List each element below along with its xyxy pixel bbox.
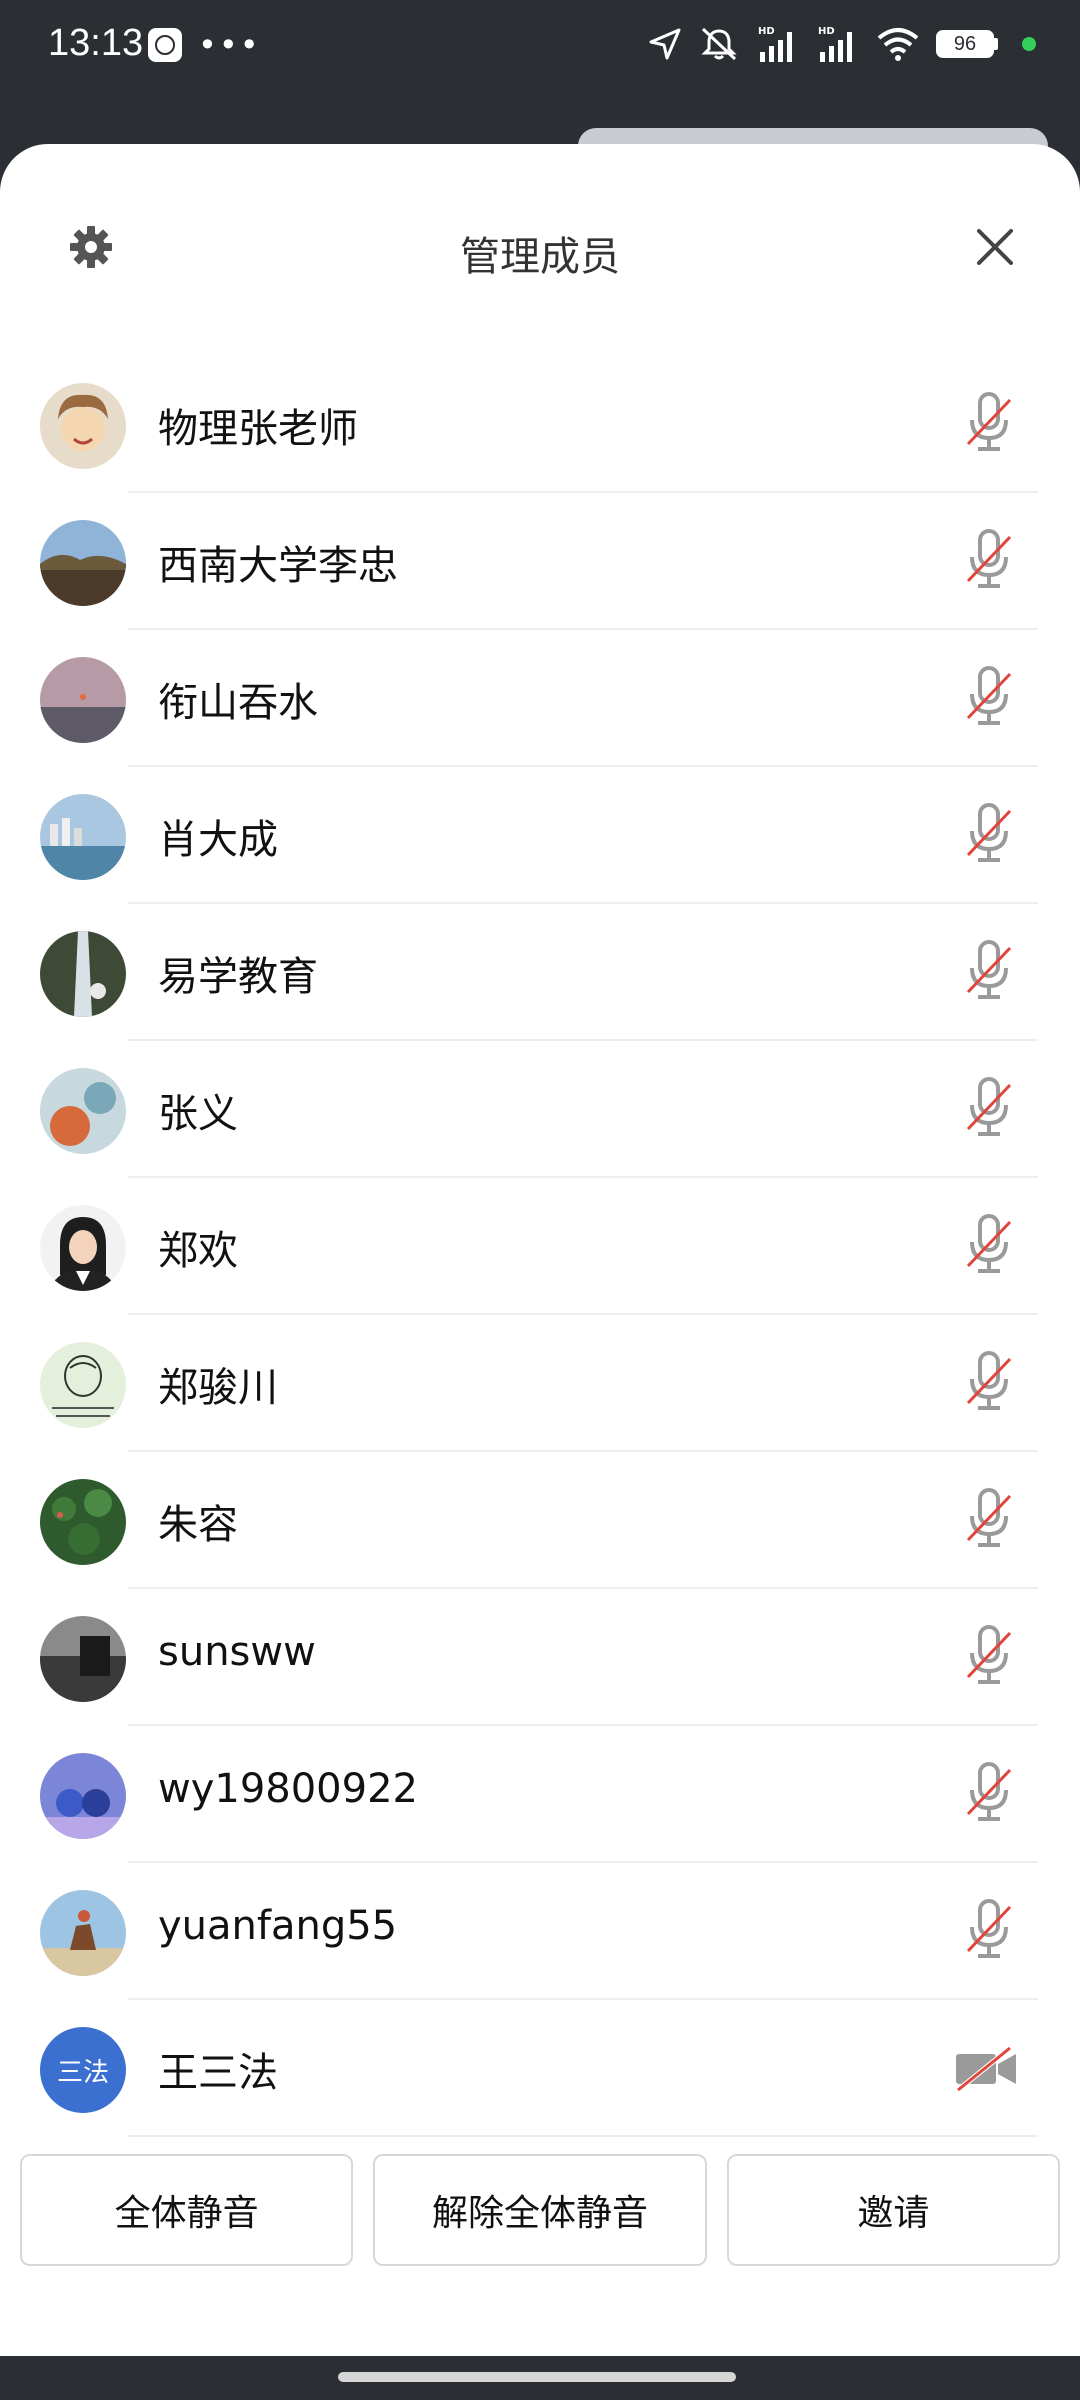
mic-muted-icon[interactable]	[964, 1075, 1014, 1141]
member-name: 郑骏川	[158, 1365, 278, 1411]
battery-level: 96	[936, 30, 994, 58]
member-name: 朱容	[158, 1502, 238, 1548]
more-dots-icon: •••	[198, 26, 261, 64]
invite-button[interactable]: 邀请	[726, 2154, 1060, 2266]
avatar	[40, 1616, 126, 1702]
avatar	[40, 657, 126, 743]
close-icon[interactable]	[970, 222, 1020, 272]
mic-muted-icon[interactable]	[964, 390, 1014, 456]
member-name: 郑欢	[158, 1228, 238, 1274]
sheet-title: 管理成员	[460, 234, 620, 280]
wifi-icon	[877, 28, 919, 61]
avatar	[40, 794, 126, 880]
svg-text:HD: HD	[818, 26, 835, 37]
mic-muted-icon[interactable]	[964, 1349, 1014, 1415]
navigation-bar	[0, 2356, 1080, 2400]
location-icon	[649, 28, 681, 60]
status-left-icons: •••	[148, 28, 261, 62]
action-bar: 全体静音 解除全体静音 邀请	[20, 2154, 1060, 2266]
mic-muted-icon[interactable]	[964, 1486, 1014, 1552]
mic-muted-icon[interactable]	[964, 664, 1014, 730]
mic-muted-icon[interactable]	[964, 1897, 1014, 1963]
avatar: 三法	[40, 2027, 126, 2113]
member-name: 肖大成	[158, 817, 278, 863]
active-dot	[1022, 37, 1036, 51]
avatar	[40, 1890, 126, 1976]
avatar	[40, 1753, 126, 1839]
mic-muted-icon[interactable]	[964, 527, 1014, 593]
member-row[interactable]: 衔山吞水	[0, 630, 1080, 767]
member-name: yuanfang55	[158, 1903, 398, 1949]
signal-hd-icon: HD	[818, 26, 852, 62]
member-row[interactable]: 郑骏川	[0, 1315, 1080, 1452]
member-name: 西南大学李忠	[158, 543, 398, 589]
member-name: 张义	[158, 1091, 238, 1137]
member-row[interactable]: 物理张老师	[0, 356, 1080, 493]
avatar	[40, 1342, 126, 1428]
vibrate-off-icon	[701, 27, 737, 61]
member-row[interactable]: 张义	[0, 1041, 1080, 1178]
mic-muted-icon[interactable]	[964, 1760, 1014, 1826]
member-name: 易学教育	[158, 954, 318, 1000]
member-name: 物理张老师	[158, 406, 358, 452]
member-row[interactable]: 易学教育	[0, 904, 1080, 1041]
avatar	[40, 931, 126, 1017]
member-list: 物理张老师 西南大学李忠 衔山吞水 肖大成 易学教育 张义 郑欢 郑骏川 朱容 …	[0, 356, 1080, 2137]
manage-members-sheet: 管理成员 物理张老师 西南大学李忠 衔山吞水 肖大成 易学教育 张义 郑欢 郑骏…	[0, 144, 1080, 2356]
signal-hd-icon: HD	[758, 26, 792, 62]
mic-muted-icon[interactable]	[964, 938, 1014, 1004]
member-name: wy19800922	[158, 1766, 418, 1812]
mute-all-button[interactable]: 全体静音	[20, 2154, 354, 2266]
home-indicator[interactable]	[338, 2372, 736, 2382]
status-right-icons: HD HD 96	[648, 24, 1036, 64]
member-name: 王三法	[158, 2050, 278, 2096]
member-row[interactable]: 朱容	[0, 1452, 1080, 1589]
member-row[interactable]: 三法 王三法	[0, 2000, 1080, 2137]
member-name: sunsww	[158, 1629, 316, 1675]
avatar	[40, 520, 126, 606]
member-row[interactable]: 肖大成	[0, 767, 1080, 904]
svg-text:HD: HD	[758, 26, 775, 37]
battery-icon: 96	[936, 30, 998, 58]
member-row[interactable]: yuanfang55	[0, 1863, 1080, 2000]
sheet-header: 管理成员	[0, 144, 1080, 348]
member-row[interactable]: 西南大学李忠	[0, 493, 1080, 630]
mic-muted-icon[interactable]	[964, 801, 1014, 867]
status-bar: 13:13 ••• HD HD 96	[0, 0, 1080, 92]
camera-off-icon[interactable]	[954, 2046, 1018, 2092]
member-row[interactable]: 郑欢	[0, 1178, 1080, 1315]
member-row[interactable]: wy19800922	[0, 1726, 1080, 1863]
member-row[interactable]: sunsww	[0, 1589, 1080, 1726]
mic-muted-icon[interactable]	[964, 1212, 1014, 1278]
clock-app-icon	[148, 28, 182, 62]
mic-muted-icon[interactable]	[964, 1623, 1014, 1689]
member-name: 衔山吞水	[158, 680, 318, 726]
avatar	[40, 1479, 126, 1565]
avatar	[40, 1205, 126, 1291]
avatar	[40, 383, 126, 469]
unmute-all-button[interactable]: 解除全体静音	[373, 2154, 707, 2266]
avatar	[40, 1068, 126, 1154]
status-time: 13:13	[48, 22, 144, 64]
